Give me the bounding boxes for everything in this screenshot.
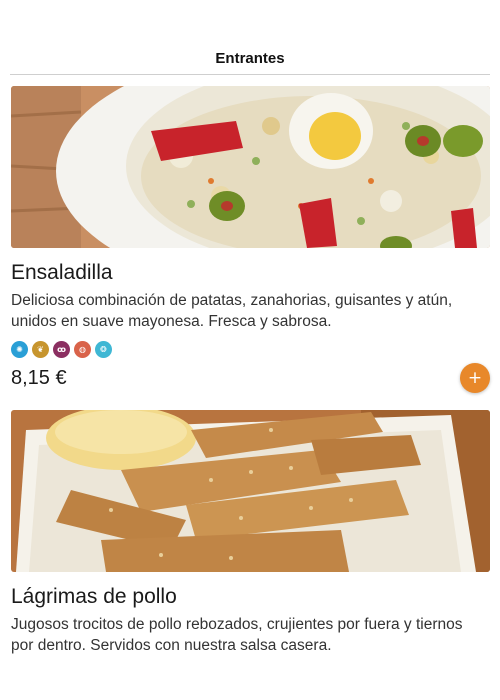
section-divider — [10, 74, 490, 75]
product-card[interactable]: Lágrimas de pollo Jugosos trocitos de po… — [11, 410, 490, 656]
section-title: Entrantes — [215, 50, 285, 67]
product-name: Lágrimas de pollo — [11, 585, 177, 608]
product-description: Deliciosa combinación de patatas, zanaho… — [11, 292, 453, 330]
product-name: Ensaladilla — [11, 261, 113, 284]
allergen-list: ✺ ❦ ꝏ ◍ ❂ — [11, 341, 490, 359]
eggs-icon: ꝏ — [53, 341, 70, 358]
crustaceans-icon: ✺ — [11, 341, 28, 358]
product-card[interactable]: Ensaladilla Deliciosa combinación de pat… — [11, 86, 490, 395]
add-to-cart-button[interactable]: + — [460, 363, 490, 393]
ensaladilla-photo — [11, 86, 490, 248]
fish-icon: ◍ — [74, 341, 91, 358]
product-price: 8,15 € — [11, 367, 67, 389]
molluscs-icon: ❂ — [95, 341, 112, 358]
product-description: Jugosos trocitos de pollo rebozados, cru… — [11, 616, 463, 654]
gluten-icon: ❦ — [32, 341, 49, 358]
lagrimas-de-pollo-photo — [11, 410, 490, 572]
product-photo — [11, 86, 490, 248]
product-photo — [11, 410, 490, 572]
section-header: Entrantes — [0, 0, 500, 75]
price-row: 8,15 € + — [11, 361, 490, 395]
